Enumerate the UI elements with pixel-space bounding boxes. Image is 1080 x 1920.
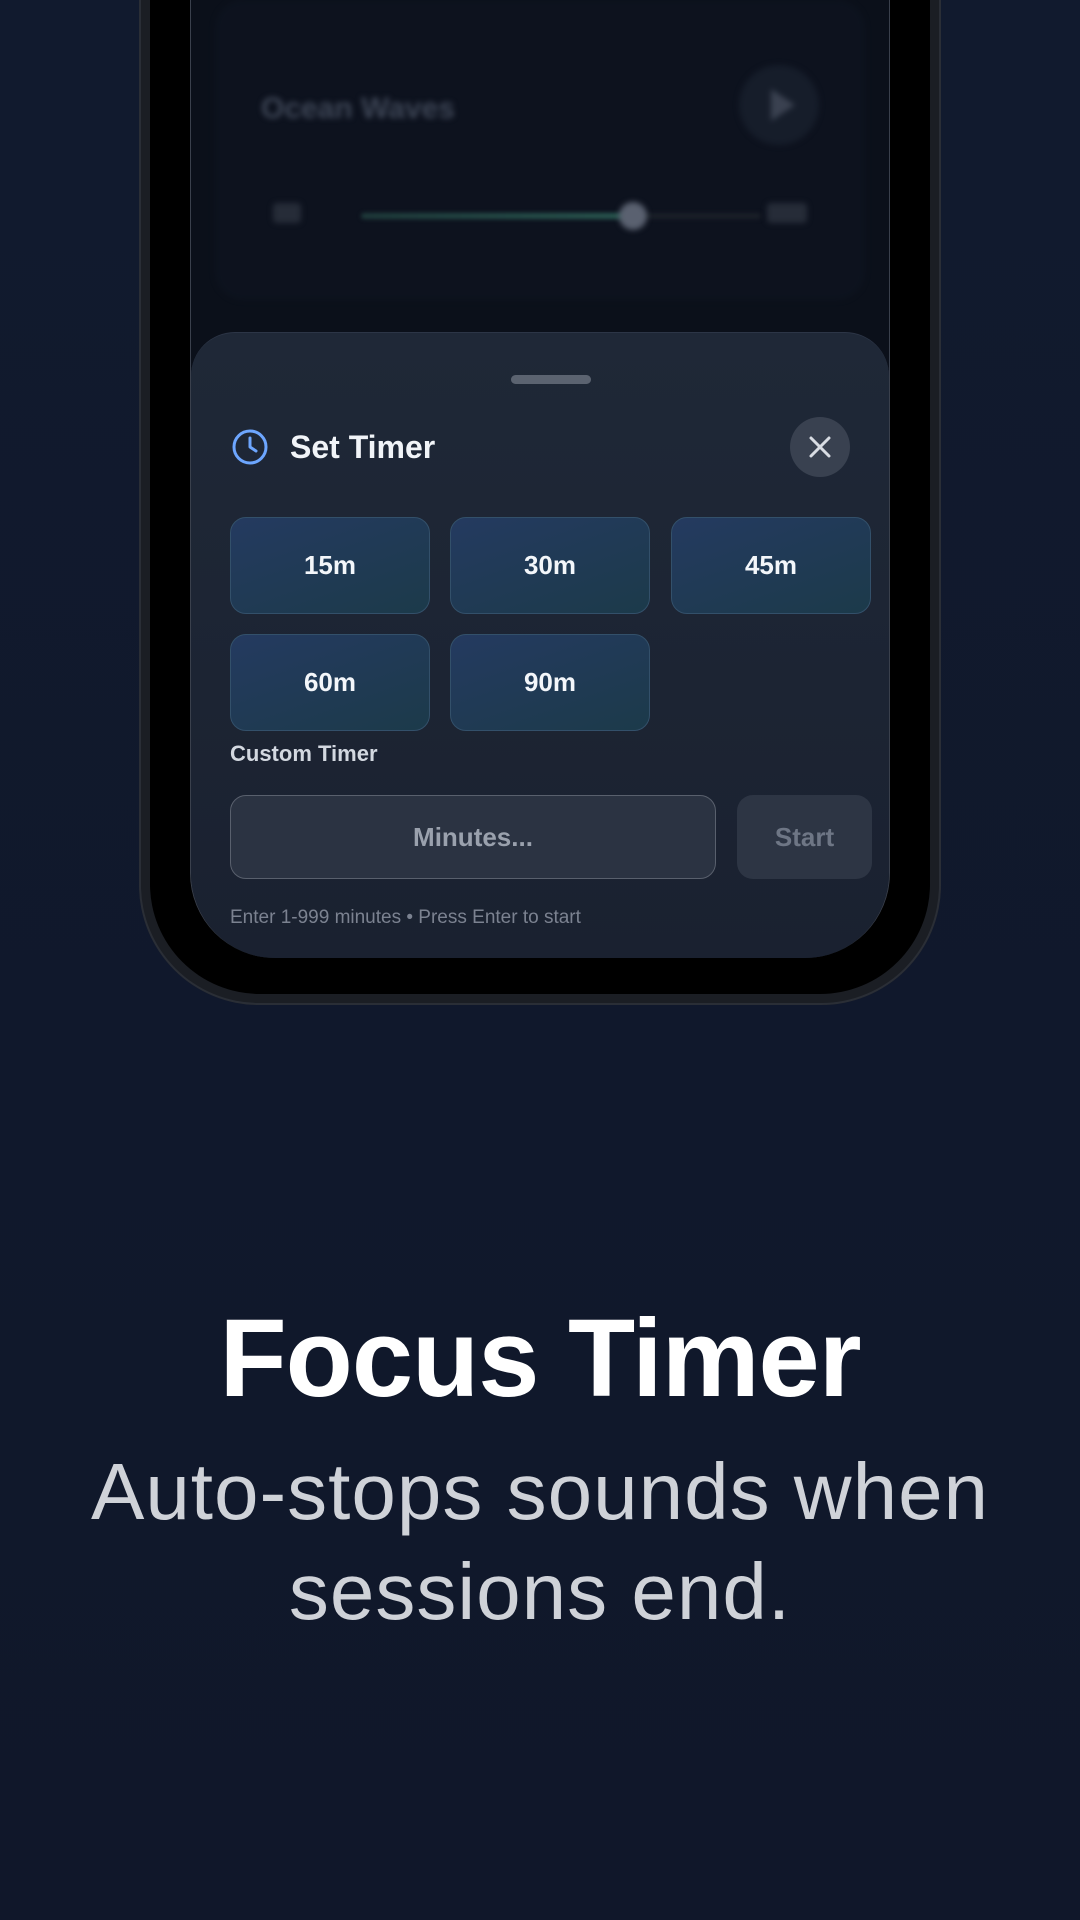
sound-card <box>215 0 865 300</box>
preset-90m-button[interactable]: 90m <box>450 634 650 731</box>
custom-timer-label: Custom Timer <box>230 741 378 766</box>
close-button[interactable] <box>790 417 850 477</box>
preset-45m-button[interactable]: 45m <box>671 517 871 614</box>
promo-title: Focus Timer <box>219 1297 861 1420</box>
phone-bezel: Ocean Waves Set Timer 15m 30m 45m 60m 90… <box>150 0 930 994</box>
sheet-grabber[interactable] <box>511 375 591 384</box>
phone-screen: Ocean Waves Set Timer 15m 30m 45m 60m 90… <box>190 0 890 958</box>
preset-60m-button[interactable]: 60m <box>230 634 430 731</box>
volume-slider-handle <box>619 202 647 230</box>
start-button[interactable]: Start <box>737 795 872 879</box>
volume-low-icon <box>273 203 301 223</box>
timer-sheet: Set Timer 15m 30m 45m 60m 90m Custom Tim… <box>191 332 889 958</box>
input-hint: Enter 1-999 minutes • Press Enter to sta… <box>230 907 581 928</box>
close-icon <box>809 436 831 458</box>
sheet-title: Set Timer <box>290 428 436 465</box>
sound-title: Ocean Waves <box>261 92 455 125</box>
volume-high-icon <box>767 203 807 223</box>
app-screenshot: Ocean Waves Set Timer 15m 30m 45m 60m 90… <box>0 0 1080 1920</box>
preset-30m-button[interactable]: 30m <box>450 517 650 614</box>
play-icon <box>739 65 819 145</box>
promo-subtitle: Auto-stops sounds when sessions end. <box>40 1442 1040 1642</box>
volume-slider <box>361 213 761 219</box>
promo-subtitle-line-1: Auto-stops sounds when <box>90 1447 990 1536</box>
preset-15m-button[interactable]: 15m <box>230 517 430 614</box>
phone-frame: Ocean Waves Set Timer 15m 30m 45m 60m 90… <box>139 0 941 1005</box>
minutes-input[interactable] <box>230 795 716 879</box>
clock-icon <box>232 429 268 465</box>
sheet-header: Set Timer <box>230 417 850 477</box>
promo-subtitle-line-2: sessions end. <box>288 1547 792 1636</box>
